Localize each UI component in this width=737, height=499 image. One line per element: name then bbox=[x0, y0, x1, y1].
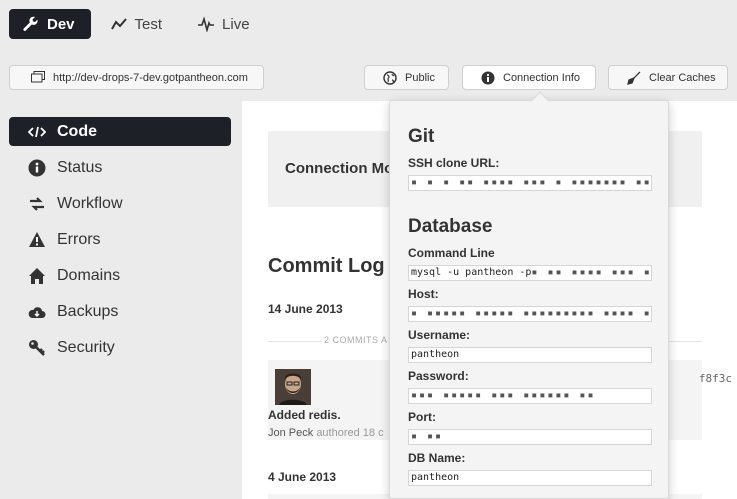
username-field[interactable]: pantheon bbox=[408, 347, 652, 363]
tab-live-label: Live bbox=[222, 15, 250, 33]
command-line-text: mysql -u pantheon -p bbox=[411, 267, 532, 278]
port-label: Port: bbox=[408, 410, 436, 424]
connection-info-popover: Git SSH clone URL: ▪ ▪ ▪ ▪▪ ▪▪▪▪ ▪▪▪ ▪ ▪… bbox=[389, 91, 669, 499]
git-heading: Git bbox=[408, 126, 435, 147]
popover-arrow bbox=[531, 91, 549, 109]
home-icon bbox=[27, 267, 47, 285]
commit-meta: Jon Peck authored 18 c bbox=[268, 427, 384, 439]
sidebar-item-label: Security bbox=[57, 338, 115, 356]
warning-icon bbox=[27, 231, 47, 249]
site-url-text: http://dev-drops-7-dev.gotpantheon.com bbox=[53, 71, 248, 84]
clear-caches-button[interactable]: Clear Caches bbox=[608, 65, 728, 90]
sidebar: Code Status Workflow Errors Domains Back… bbox=[9, 117, 231, 369]
site-url-link[interactable]: http://dev-drops-7-dev.gotpantheon.com bbox=[9, 65, 264, 90]
sidebar-item-label: Backups bbox=[57, 302, 119, 320]
tab-live[interactable]: Live bbox=[184, 9, 266, 39]
database-heading: Database bbox=[408, 216, 493, 237]
host-field[interactable]: ▪ ▪▪▪▪▪ ▪▪▪▪▪ ▪▪▪▪▪▪▪▪▪ ▪▪▪▪ ▪ bbox=[408, 306, 652, 322]
sidebar-item-workflow[interactable]: Workflow bbox=[9, 189, 231, 218]
ssh-clone-url-field[interactable]: ▪ ▪ ▪ ▪▪ ▪▪▪▪ ▪▪▪ ▪ ▪▪▪▪▪▪▪ ▪▪▪ ▪ bbox=[408, 175, 652, 191]
port-field[interactable]: ▪ ▪▪ bbox=[408, 429, 652, 445]
code-icon bbox=[27, 123, 47, 141]
connection-info-button-label: Connection Info bbox=[503, 71, 581, 84]
globe-icon bbox=[383, 70, 397, 85]
pulse-icon bbox=[198, 16, 215, 32]
db-name-label: DB Name: bbox=[408, 451, 466, 465]
command-line-field[interactable]: mysql -u pantheon -p▪ ▪▪ ▪▪▪▪ ▪▪▪ ▪ bbox=[408, 265, 652, 281]
tab-test-label: Test bbox=[134, 15, 163, 33]
environment-tabs: Dev Test Live bbox=[9, 9, 266, 39]
host-label: Host: bbox=[408, 287, 439, 301]
cloud-icon bbox=[27, 303, 47, 321]
username-label: Username: bbox=[408, 328, 471, 342]
password-label: Password: bbox=[408, 369, 469, 383]
commit-date-heading-2: 4 June 2013 bbox=[268, 470, 337, 484]
commit-date-heading: 14 June 2013 bbox=[268, 302, 343, 316]
arrows-icon bbox=[27, 195, 47, 213]
commits-count: 2 COMMITS A bbox=[322, 335, 390, 345]
window-icon bbox=[31, 71, 45, 83]
sidebar-item-backups[interactable]: Backups bbox=[9, 297, 231, 326]
sidebar-item-label: Domains bbox=[57, 266, 121, 284]
public-button-label: Public bbox=[405, 71, 435, 84]
clear-caches-button-label: Clear Caches bbox=[649, 71, 716, 84]
commit-author: Jon Peck bbox=[268, 427, 314, 439]
tab-dev[interactable]: Dev bbox=[9, 9, 91, 39]
db-name-field[interactable]: pantheon bbox=[408, 470, 652, 486]
connection-mode-label: Connection Mo bbox=[285, 160, 394, 177]
tab-test[interactable]: Test bbox=[97, 9, 179, 39]
sidebar-item-label: Code bbox=[57, 122, 97, 140]
key-icon bbox=[27, 339, 47, 357]
trend-icon bbox=[110, 16, 127, 32]
sidebar-item-label: Workflow bbox=[57, 194, 123, 212]
commit-time: authored 18 c bbox=[316, 427, 384, 439]
sidebar-item-code[interactable]: Code bbox=[9, 117, 231, 146]
commit-message: Added redis. bbox=[268, 408, 341, 422]
sidebar-item-security[interactable]: Security bbox=[9, 333, 231, 362]
public-button[interactable]: Public bbox=[364, 65, 449, 90]
commit-hash[interactable]: f8f3c bbox=[699, 372, 732, 385]
commit-log-title: Commit Log bbox=[268, 255, 385, 277]
sidebar-item-domains[interactable]: Domains bbox=[9, 261, 231, 290]
wrench-icon bbox=[23, 16, 39, 32]
info-icon bbox=[481, 71, 495, 85]
ssh-clone-url-label: SSH clone URL: bbox=[408, 156, 500, 170]
sidebar-item-label: Errors bbox=[57, 230, 101, 248]
tab-dev-label: Dev bbox=[47, 15, 75, 33]
connection-info-button[interactable]: Connection Info bbox=[462, 65, 596, 90]
command-line-masked: ▪ ▪▪ ▪▪▪▪ ▪▪▪ ▪ bbox=[531, 267, 652, 278]
command-line-label: Command Line bbox=[408, 246, 495, 260]
sidebar-item-status[interactable]: Status bbox=[9, 153, 231, 182]
password-field[interactable]: ▪▪▪ ▪▪▪▪▪ ▪▪▪ ▪▪▪▪▪▪ ▪▪ bbox=[408, 388, 652, 404]
info-icon bbox=[27, 159, 47, 177]
broom-icon bbox=[627, 71, 641, 85]
sidebar-item-errors[interactable]: Errors bbox=[9, 225, 231, 254]
sidebar-item-label: Status bbox=[57, 158, 103, 176]
avatar bbox=[275, 369, 311, 405]
